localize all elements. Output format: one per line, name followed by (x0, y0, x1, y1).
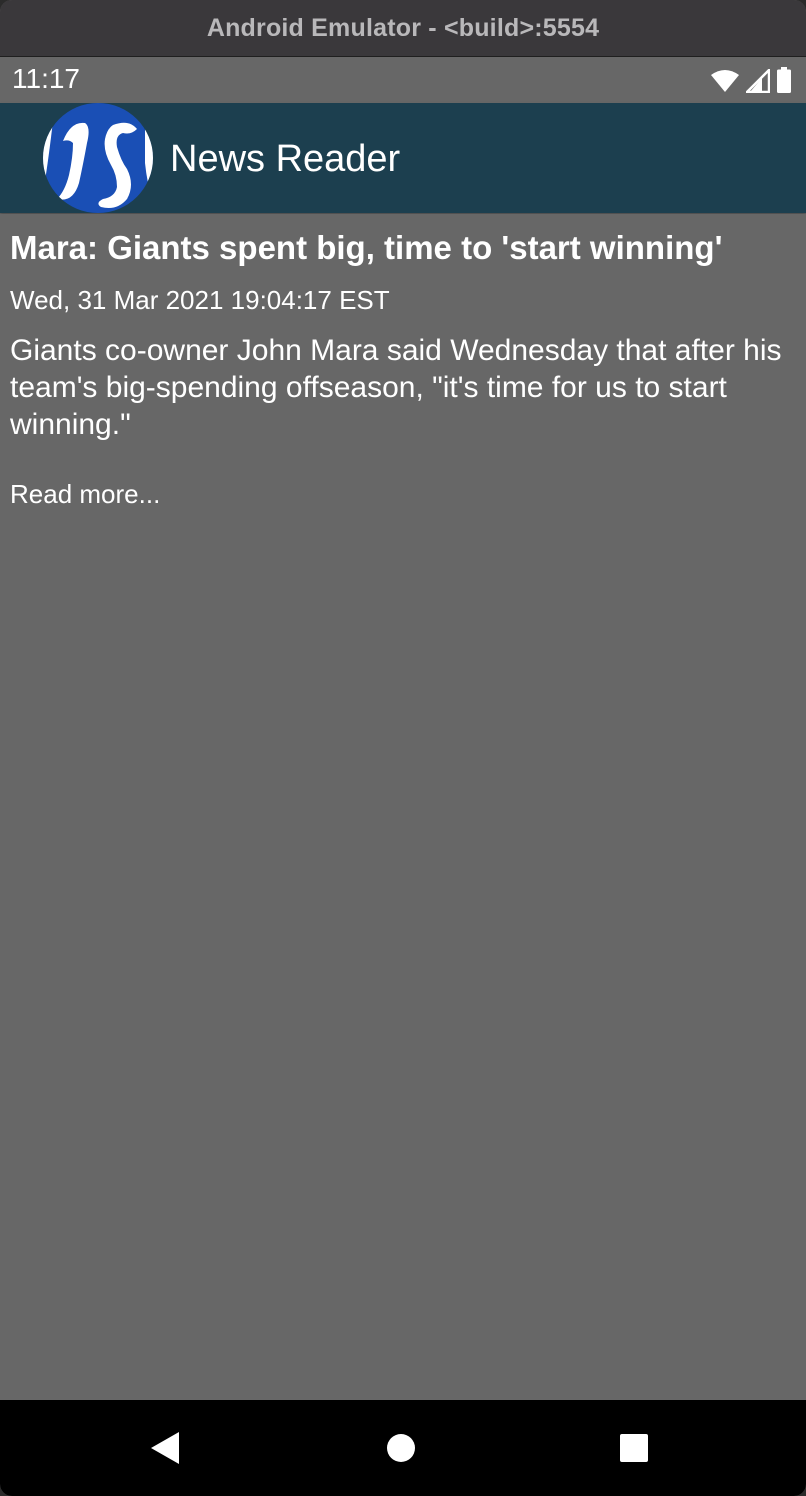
home-icon (387, 1434, 415, 1462)
emulator-window: Android Emulator - <build>:5554 11:17 Ne… (0, 0, 806, 1496)
window-title: Android Emulator - <build>:5554 (206, 13, 600, 42)
wifi-icon (711, 70, 739, 92)
recents-button[interactable] (612, 1426, 656, 1470)
battery-icon (777, 67, 791, 93)
recents-icon (620, 1434, 648, 1462)
status-bar: 11:17 (0, 57, 806, 103)
window-titlebar: Android Emulator - <build>:5554 (0, 0, 806, 57)
article-content[interactable]: Mara: Giants spent big, time to 'start w… (0, 214, 806, 1400)
back-button[interactable] (143, 1426, 187, 1470)
article-date: Wed, 31 Mar 2021 19:04:17 EST (10, 285, 390, 315)
status-time: 11:17 (12, 63, 80, 94)
cellular-signal-icon (746, 69, 770, 93)
article-headline: Mara: Giants spent big, time to 'start w… (10, 229, 723, 266)
app-logo-icon (43, 103, 153, 213)
back-icon (151, 1432, 179, 1464)
app-title: News Reader (170, 138, 401, 180)
navigation-bar (0, 1400, 806, 1496)
status-icons (710, 67, 792, 93)
article-summary: Giants co-owner John Mara said Wednesday… (10, 334, 782, 441)
app-bar: News Reader (0, 103, 806, 213)
home-button[interactable] (379, 1426, 423, 1470)
read-more-link[interactable]: Read more... (10, 478, 160, 510)
